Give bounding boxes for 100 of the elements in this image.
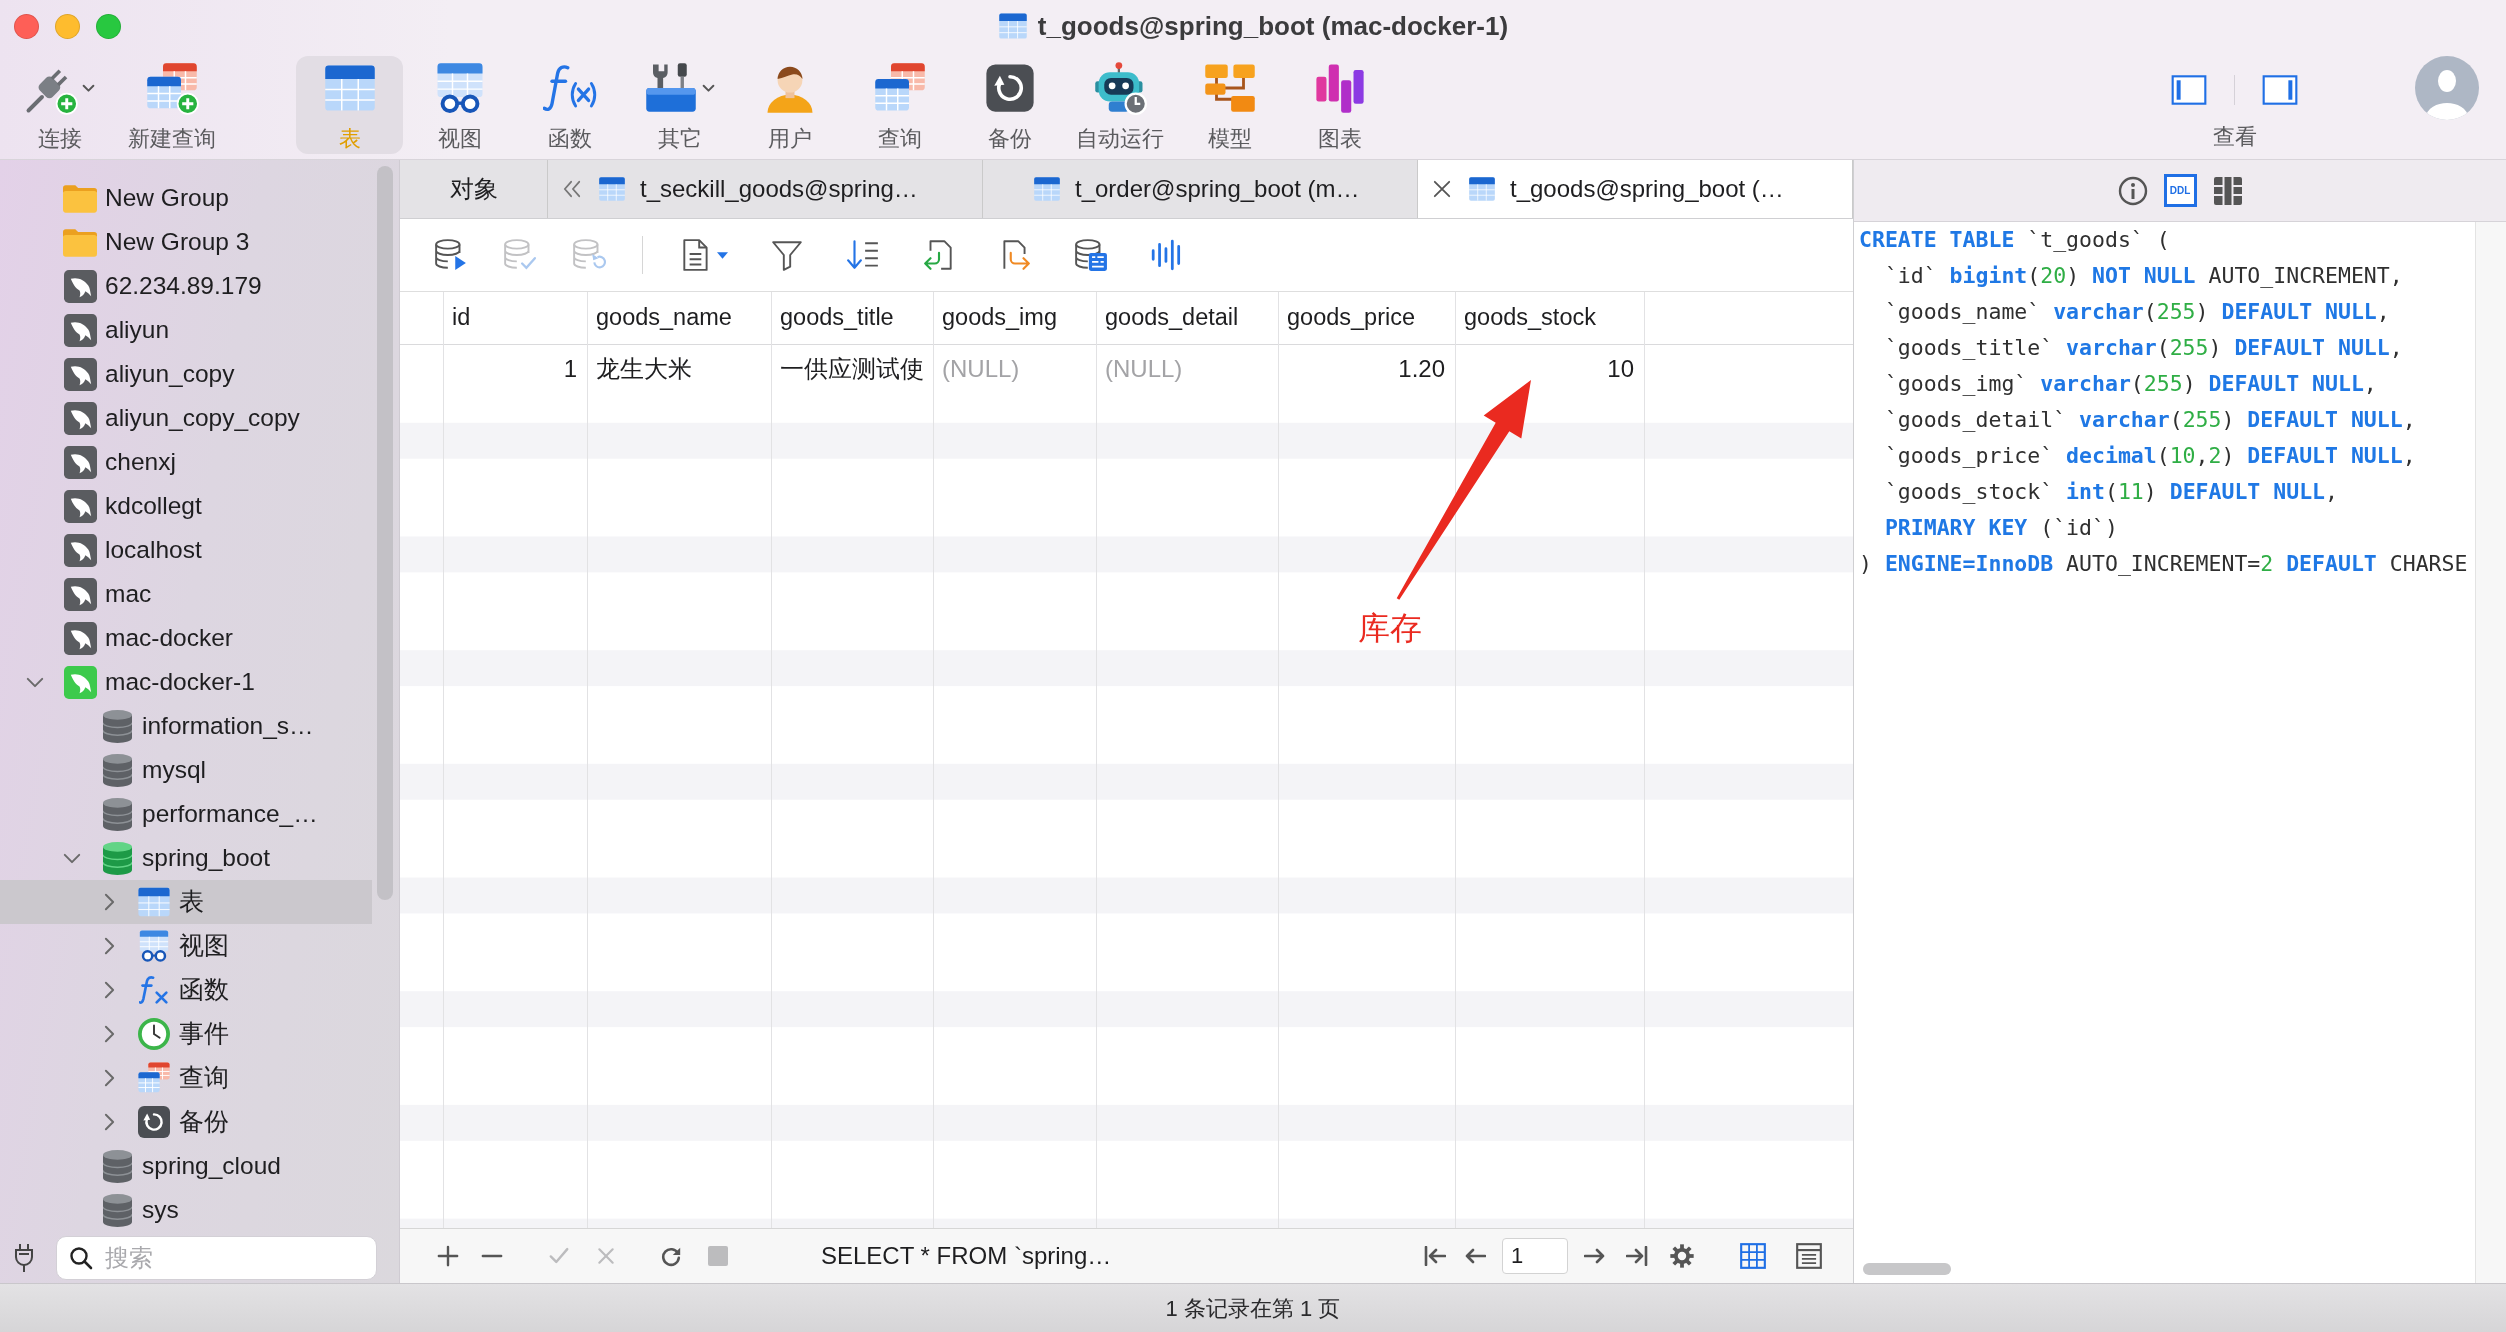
tree-item[interactable]: aliyun_copy [0, 352, 372, 396]
tree-item[interactable]: localhost [0, 528, 372, 572]
tree-item[interactable]: performance_… [0, 792, 372, 836]
tree-item[interactable]: kdcollegt [0, 484, 372, 528]
chevron-right-icon[interactable] [103, 981, 115, 999]
code-line: CREATE TABLE `t_goods` ( [1859, 226, 2171, 254]
robot-icon [1092, 61, 1147, 115]
users-button[interactable]: 用户 [736, 56, 843, 154]
stop-icon [708, 1246, 728, 1266]
tree-item[interactable]: mac-docker-1 [0, 660, 372, 704]
tree-item[interactable]: sys [0, 1188, 372, 1232]
columns-icon [2212, 175, 2243, 206]
tree-item[interactable]: 事件 [0, 1012, 372, 1056]
first-page-icon [1424, 1246, 1446, 1266]
database-play-icon [434, 238, 468, 272]
search-field[interactable]: 搜索 [56, 1235, 377, 1280]
sort-icon [846, 238, 880, 272]
tree-item[interactable]: 62.234.89.179 [0, 264, 372, 308]
tree-item[interactable]: mac [0, 572, 372, 616]
tab[interactable]: t_seckill_goods@spring… [548, 160, 983, 218]
query-text: SELECT * FROM `spring… [821, 1241, 1112, 1271]
code-line: `goods_name` varchar(255) DEFAULT NULL, [1883, 298, 2391, 326]
tree-item[interactable]: New Group 3 [0, 220, 372, 264]
scrollbar-thumb[interactable] [1863, 1263, 1951, 1275]
code-line: PRIMARY KEY (`id`) [1883, 514, 2119, 542]
tree-item[interactable]: 视图 [0, 924, 372, 968]
tree-item[interactable]: mysql [0, 748, 372, 792]
tree-item[interactable]: spring_cloud [0, 1144, 372, 1188]
tree-item[interactable]: 备份 [0, 1100, 372, 1144]
table-glasses-icon [137, 929, 171, 963]
view-label: 查看 [2212, 123, 2257, 151]
table-icon [137, 885, 171, 919]
left-panel-icon [2171, 75, 2207, 105]
caret-icon [717, 251, 728, 259]
tree-item[interactable]: spring_boot [0, 836, 372, 880]
chevron-right-icon[interactable] [103, 937, 115, 955]
close-button[interactable] [14, 13, 39, 39]
views-button[interactable]: 视图 [406, 56, 513, 154]
folder-icon [63, 227, 97, 257]
table-icon [997, 11, 1028, 41]
tree-item[interactable]: aliyun [0, 308, 372, 352]
model-button[interactable]: 模型 [1176, 56, 1283, 154]
check-icon [548, 1247, 570, 1265]
code-line: `goods_img` varchar(255) DEFAULT NULL, [1883, 370, 2378, 398]
code-line: `id` bigint(20) NOT NULL AUTO_INCREMENT, [1883, 262, 2404, 290]
page-field[interactable]: 1 [1502, 1238, 1568, 1274]
tree-item[interactable]: information_s… [0, 704, 372, 748]
table-cell-text: 10 [1606, 353, 1635, 384]
new-query-button[interactable]: 新建查询 [118, 56, 225, 154]
ddl-tab[interactable]: DDL [2163, 174, 2197, 207]
table-cell-text: (NULL) [1104, 353, 1184, 384]
code-line: ) ENGINE=InnoDB AUTO_INCREMENT=2 DEFAULT CHARSE [1859, 550, 2469, 578]
chevron-right-icon[interactable] [103, 893, 115, 911]
table-cell-text: 龙生大米 [595, 353, 693, 384]
chevron-down-icon[interactable] [26, 676, 44, 688]
table-icon [1033, 175, 1061, 203]
objects-tab[interactable]: 对象 [400, 160, 548, 218]
queries-button[interactable]: 查询 [846, 56, 953, 154]
search-icon [69, 1245, 93, 1270]
tree-item[interactable]: 表 [0, 880, 372, 924]
chevron-right-icon[interactable] [103, 1113, 115, 1131]
connect-button[interactable]: 连接 [6, 56, 113, 154]
automation-button[interactable]: 自动运行 [1066, 56, 1173, 154]
tree-item[interactable]: 函数 [0, 968, 372, 1012]
function-icon [139, 975, 169, 1005]
tree-item[interactable]: 查询 [0, 1056, 372, 1100]
database-undo-icon [572, 238, 606, 272]
tree-item[interactable]: New Group [0, 176, 372, 220]
table-cell-text: 一供应测试使 [779, 353, 925, 384]
status-text: 1 条记录在第 1 页 [1165, 1294, 1341, 1323]
chevron-down-icon[interactable] [63, 852, 81, 864]
functions-button[interactable]: 函数 [516, 56, 623, 154]
window-title: t_goods@spring_boot (mac-docker-1) [1037, 9, 1509, 43]
other-button[interactable]: 其它 [626, 56, 733, 154]
minus-icon [481, 1254, 503, 1258]
folder-icon [63, 183, 97, 213]
plug-icon[interactable] [14, 1242, 34, 1273]
tab[interactable]: t_order@spring_boot (m… [983, 160, 1418, 218]
info-icon [2117, 175, 2148, 206]
backup-button[interactable]: 备份 [956, 56, 1063, 154]
chevron-right-icon[interactable] [103, 1069, 115, 1087]
tree-item[interactable]: chenxj [0, 440, 372, 484]
scrollbar-thumb[interactable] [377, 166, 393, 900]
charts-button[interactable]: 图表 [1286, 56, 1393, 154]
tab[interactable]: t_goods@spring_boot (… [1418, 160, 1853, 218]
code-line: `goods_price` decimal(10,2) DEFAULT NULL, [1883, 442, 2417, 470]
double-chevron-left-icon[interactable] [562, 180, 582, 198]
table-cell-text: 1.20 [1397, 353, 1446, 384]
tree-item[interactable]: aliyun_copy_copy [0, 396, 372, 440]
chevron-right-icon[interactable] [103, 1025, 115, 1043]
code-line: `goods_stock` int(11) DEFAULT NULL, [1883, 478, 2339, 506]
close-icon[interactable] [1433, 180, 1451, 198]
table-icon [1468, 175, 1496, 203]
toolbox-icon [644, 61, 698, 115]
code-line: `goods_title` varchar(255) DEFAULT NULL, [1883, 334, 2404, 362]
tables-stack-icon [137, 1061, 171, 1095]
annotation-label: 库存 [1358, 610, 1422, 646]
x-icon [596, 1246, 616, 1266]
last-page-icon [1626, 1246, 1648, 1266]
tree-item[interactable]: mac-docker [0, 616, 372, 660]
